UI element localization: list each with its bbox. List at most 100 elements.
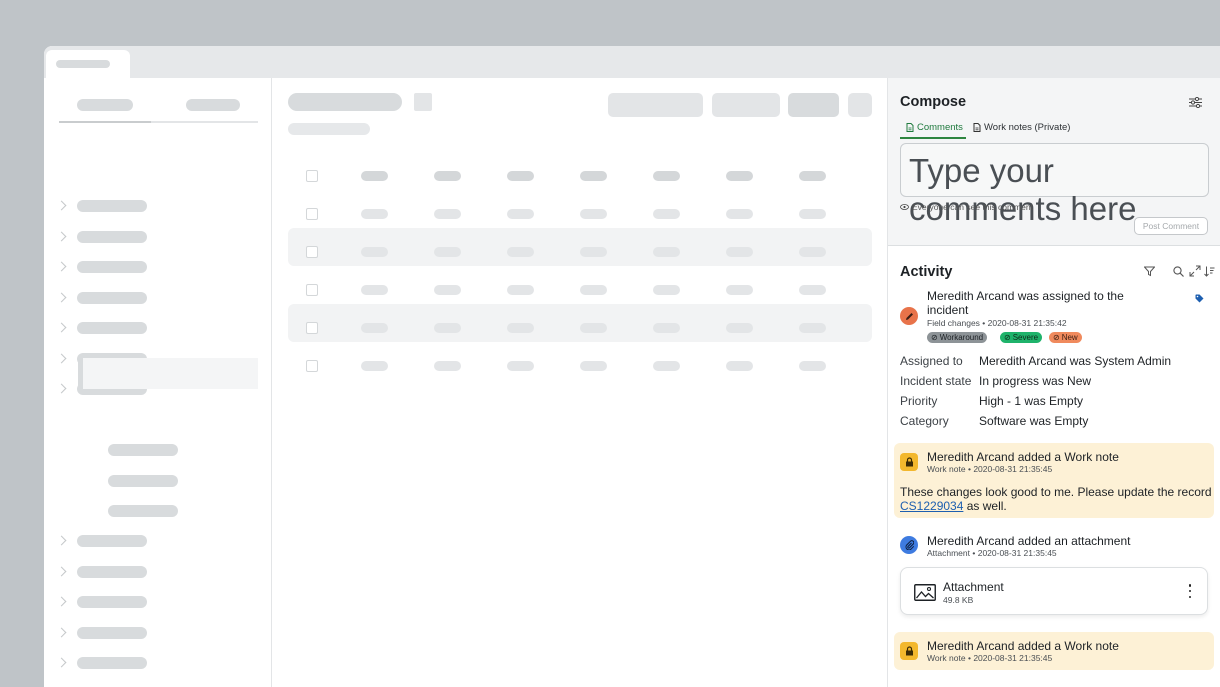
entry-title: Meredith Arcand added a Work note — [927, 639, 1119, 653]
visibility-note: Everyone can see this comment — [900, 202, 1033, 212]
record-link[interactable]: CS1229034 — [900, 499, 963, 513]
chevron-right-icon[interactable] — [56, 353, 67, 364]
chevron-right-icon[interactable] — [56, 596, 67, 607]
tab-placeholder — [56, 60, 110, 68]
work-note-avatar — [900, 453, 918, 471]
browser-tab[interactable] — [46, 50, 130, 78]
chevron-right-icon[interactable] — [56, 657, 67, 668]
row-checkbox[interactable] — [306, 322, 318, 334]
table-cell-placeholder — [580, 285, 607, 295]
settings-sliders-icon[interactable] — [1186, 93, 1204, 111]
tag-small-icon: ⊘ — [1053, 333, 1060, 342]
row-checkbox[interactable] — [306, 284, 318, 296]
nav-item-placeholder[interactable] — [77, 292, 147, 304]
comment-textarea[interactable]: Type your comments here — [900, 143, 1209, 227]
table-cell-placeholder — [361, 285, 388, 295]
tab-comments-label: Comments — [917, 122, 963, 133]
tab-work-notes[interactable]: Work notes (Private) — [973, 122, 1070, 133]
search-icon[interactable] — [1171, 264, 1185, 278]
table-cell-placeholder — [726, 209, 753, 219]
tab-comments[interactable]: Comments — [906, 122, 963, 133]
entry-title: Meredith Arcand added a Work note — [927, 450, 1119, 464]
table-cell-placeholder — [507, 361, 534, 371]
expand-icon[interactable] — [1189, 264, 1201, 277]
main-list-area — [272, 78, 888, 687]
chevron-right-icon[interactable] — [56, 261, 67, 272]
entry-meta: Work note • 2020-08-31 21:35:45 — [927, 653, 1052, 663]
sort-icon[interactable] — [1202, 264, 1216, 278]
nav-subitem-placeholder[interactable] — [108, 475, 178, 487]
table-cell-placeholder — [507, 209, 534, 219]
document-icon — [906, 123, 914, 132]
toolbar-button-placeholder[interactable] — [848, 93, 872, 117]
table-cell-placeholder — [434, 247, 461, 257]
row-checkbox[interactable] — [306, 208, 318, 220]
table-cell-placeholder — [799, 209, 826, 219]
table-cell-placeholder — [580, 361, 607, 371]
nav-item-placeholder[interactable] — [77, 231, 147, 243]
toolbar-button-placeholder[interactable] — [608, 93, 703, 117]
subtitle-placeholder — [288, 123, 370, 135]
work-note-suffix: as well. — [963, 499, 1007, 513]
table-cell-placeholder — [580, 209, 607, 219]
nav-selected-item[interactable] — [78, 358, 258, 389]
row-checkbox[interactable] — [306, 170, 318, 182]
toolbar-button-placeholder[interactable] — [712, 93, 780, 117]
tag-icon[interactable] — [1190, 289, 1208, 307]
post-comment-button[interactable]: Post Comment — [1134, 217, 1208, 235]
table-cell-placeholder — [799, 171, 826, 181]
paperclip-icon — [905, 540, 914, 550]
chevron-right-icon[interactable] — [56, 566, 67, 577]
table-cell-placeholder — [726, 323, 753, 333]
compose-title: Compose — [900, 94, 967, 110]
field-change-avatar — [900, 307, 918, 325]
left-navigation — [44, 78, 272, 687]
nav-item-placeholder[interactable] — [77, 535, 147, 547]
entry-type: Work note — [927, 653, 966, 663]
entry-type: Field changes — [927, 318, 980, 328]
row-checkbox[interactable] — [306, 360, 318, 372]
document-icon — [973, 123, 981, 132]
entry-timestamp: 2020-08-31 21:35:45 — [973, 653, 1053, 663]
row-checkbox[interactable] — [306, 246, 318, 258]
table-cell-placeholder — [653, 209, 680, 219]
table-cell-placeholder — [361, 209, 388, 219]
nav-item-placeholder[interactable] — [77, 261, 147, 273]
table-cell-placeholder — [653, 247, 680, 257]
filter-icon[interactable] — [1142, 264, 1156, 278]
chevron-right-icon[interactable] — [56, 231, 67, 242]
table-cell-placeholder — [653, 285, 680, 295]
work-note-text: These changes look good to me. Please up… — [900, 485, 1212, 499]
chevron-right-icon[interactable] — [56, 200, 67, 211]
table-cell-placeholder — [507, 323, 534, 333]
chevron-right-icon[interactable] — [56, 292, 67, 303]
toolbar-button-placeholder[interactable] — [788, 93, 839, 117]
entry-meta: Work note • 2020-08-31 21:35:45 — [927, 464, 1052, 474]
nav-subitem-placeholder[interactable] — [108, 444, 178, 456]
more-options-icon[interactable] — [1186, 584, 1194, 598]
nav-tab-placeholder[interactable] — [186, 99, 240, 111]
table-cell-placeholder — [434, 323, 461, 333]
table-cell-placeholder — [653, 361, 680, 371]
icon-placeholder[interactable] — [414, 93, 432, 111]
table-cell-placeholder — [434, 361, 461, 371]
table-cell-placeholder — [653, 323, 680, 333]
nav-tab-placeholder[interactable] — [77, 99, 133, 111]
entry-timestamp: 2020-08-31 21:35:42 — [987, 318, 1067, 328]
nav-item-placeholder[interactable] — [77, 627, 147, 639]
table-cell-placeholder — [361, 171, 388, 181]
browser-window: Compose Comments Work notes (Private) Ty… — [44, 46, 1220, 687]
chevron-right-icon[interactable] — [56, 322, 67, 333]
nav-item-placeholder[interactable] — [77, 566, 147, 578]
table-cell-placeholder — [580, 247, 607, 257]
nav-subitem-placeholder[interactable] — [108, 505, 178, 517]
chevron-right-icon[interactable] — [56, 627, 67, 638]
chevron-right-icon[interactable] — [56, 383, 67, 394]
nav-item-placeholder[interactable] — [77, 596, 147, 608]
entry-title: Meredith Arcand was assigned to the inci… — [927, 289, 1124, 317]
nav-item-placeholder[interactable] — [77, 200, 147, 212]
attachment-card[interactable]: Attachment 49.8 KB — [900, 567, 1208, 615]
chevron-right-icon[interactable] — [56, 535, 67, 546]
nav-item-placeholder[interactable] — [77, 322, 147, 334]
nav-item-placeholder[interactable] — [77, 657, 147, 669]
